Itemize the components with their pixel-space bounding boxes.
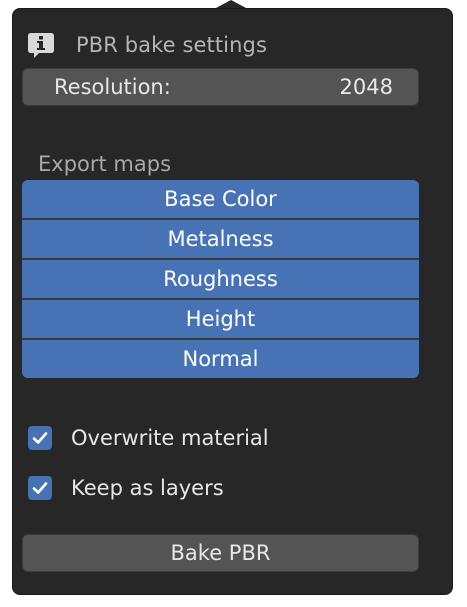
map-toggle-base-color[interactable]: Base Color [22, 180, 419, 218]
page: PBR bake settings Resolution: 2048 Expor… [0, 0, 467, 607]
map-toggle-roughness[interactable]: Roughness [22, 260, 419, 298]
resolution-value: 2048 [339, 75, 393, 99]
export-maps-list: Base Color Metalness Roughness Height No… [22, 180, 419, 378]
resolution-field[interactable]: Resolution: 2048 [22, 68, 419, 106]
checkmark-icon [32, 482, 48, 494]
map-toggle-height[interactable]: Height [22, 300, 419, 338]
keep-as-layers-label: Keep as layers [71, 476, 224, 500]
panel-header: PBR bake settings [26, 30, 267, 60]
export-maps-label: Export maps [38, 152, 172, 176]
info-icon [26, 30, 56, 60]
keep-as-layers-option[interactable]: Keep as layers [28, 474, 224, 502]
panel-title: PBR bake settings [76, 33, 267, 57]
resolution-label: Resolution: [54, 75, 171, 99]
map-toggle-metalness[interactable]: Metalness [22, 220, 419, 258]
checkmark-icon [32, 432, 48, 444]
overwrite-material-option[interactable]: Overwrite material [28, 424, 269, 452]
bake-pbr-button[interactable]: Bake PBR [22, 534, 419, 572]
overwrite-material-checkbox[interactable] [28, 426, 52, 450]
overwrite-material-label: Overwrite material [71, 426, 269, 450]
keep-as-layers-checkbox[interactable] [28, 476, 52, 500]
map-toggle-normal[interactable]: Normal [22, 340, 419, 378]
